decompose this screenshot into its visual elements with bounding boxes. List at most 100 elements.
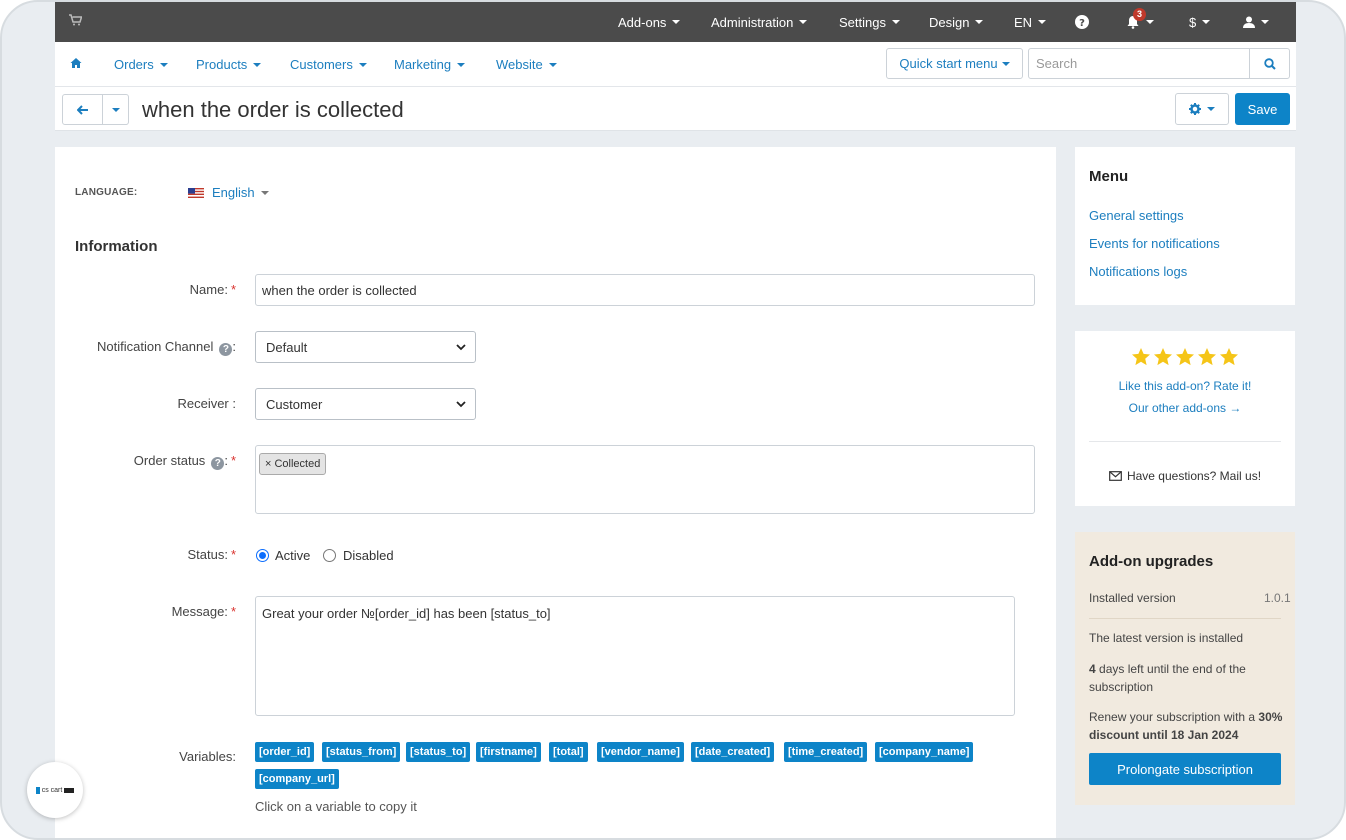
days-left-number: 4 — [1089, 662, 1096, 676]
message-textarea[interactable]: Great your order №[order_id] has been [s… — [255, 596, 1015, 716]
page-title: when the order is collected — [142, 97, 404, 122]
rate-addon-link[interactable]: Like this add-on? Rate it! — [1075, 379, 1295, 393]
nav-orders[interactable]: Orders — [114, 42, 168, 87]
menu-administration[interactable]: Administration — [711, 2, 808, 42]
mail-us-link[interactable]: Have questions? Mail us! — [1075, 469, 1295, 483]
installed-version-label: Installed version — [1089, 591, 1176, 605]
caret-down-icon — [260, 190, 269, 195]
home-icon[interactable] — [70, 57, 82, 69]
help-circle-icon[interactable]: ? — [219, 343, 233, 356]
back-button-group — [62, 94, 129, 125]
nav-website[interactable]: Website — [496, 42, 557, 87]
message-textarea-value: Great your order №[order_id] has been [s… — [262, 606, 551, 621]
cscart-logo[interactable]: cs cart — [27, 762, 83, 818]
name-input[interactable]: when the order is collected — [255, 274, 1035, 306]
caret-down-icon — [253, 62, 262, 67]
variables-hint: Click on a variable to copy it — [255, 799, 417, 814]
status-disabled-radio[interactable] — [323, 549, 336, 562]
renew-text: Renew your subscription with a 30% disco… — [1089, 708, 1289, 744]
caret-down-icon — [975, 20, 984, 24]
star-icon — [1220, 348, 1238, 366]
language-selector[interactable]: English — [188, 185, 269, 200]
back-button[interactable] — [63, 95, 103, 124]
user-menu[interactable] — [1243, 2, 1269, 42]
arrow-left-icon — [76, 104, 88, 115]
help-icon[interactable]: ? — [1075, 2, 1089, 42]
upgrades-title: Add-on upgrades — [1089, 553, 1214, 570]
caret-down-icon — [1207, 107, 1215, 111]
installed-version-value: 1.0.1 — [1264, 591, 1291, 605]
nav-products[interactable]: Products — [196, 42, 262, 87]
variable-firstname[interactable]: [firstname] — [476, 742, 541, 762]
page-title-bar: when the order is collected Save — [55, 87, 1296, 131]
variable-company-url[interactable]: [company_url] — [255, 769, 339, 789]
days-left-caption: days left until the end of the subscript… — [1089, 662, 1246, 694]
chevron-down-icon — [456, 401, 466, 408]
menu-design[interactable]: Design — [929, 2, 984, 42]
sidebar-menu-title: Menu — [1089, 168, 1129, 185]
variable-order-id[interactable]: [order_id] — [255, 742, 315, 762]
order-status-multiselect[interactable]: × Collected — [255, 445, 1035, 514]
gear-icon — [1189, 103, 1201, 115]
search-input[interactable] — [1029, 49, 1251, 78]
variable-total[interactable]: [total] — [549, 742, 588, 762]
divider — [1089, 618, 1281, 619]
caret-down-icon — [891, 20, 900, 24]
menu-language[interactable]: EN — [1014, 2, 1047, 42]
caret-down-icon — [1146, 20, 1154, 24]
menu-currency[interactable]: $ — [1189, 2, 1211, 42]
variable-vendor-name[interactable]: [vendor_name] — [597, 742, 684, 762]
caret-down-icon — [548, 62, 557, 67]
cart-icon[interactable] — [69, 14, 83, 29]
caret-down-icon — [1038, 20, 1047, 24]
menu-settings-label: Settings — [839, 14, 886, 30]
order-status-label-text: Order status — [133, 453, 206, 468]
variable-date-created[interactable]: [date_created] — [691, 742, 775, 762]
sidebar-link-logs[interactable]: Notifications logs — [1089, 264, 1187, 279]
variable-company-name[interactable]: [company_name] — [875, 742, 974, 762]
search-button[interactable] — [1249, 49, 1289, 78]
order-status-tag[interactable]: × Collected — [259, 453, 327, 475]
status-active-label[interactable]: Active — [275, 548, 310, 563]
star-icon — [1132, 348, 1150, 366]
main-form-panel: LANGUAGE: English Information Name: * whe… — [55, 147, 1056, 838]
status-active-radio[interactable] — [256, 549, 269, 562]
window-frame: Add-ons Administration Settings Design E… — [0, 0, 1346, 840]
save-button[interactable]: Save — [1235, 93, 1290, 125]
rating-stars[interactable] — [1075, 347, 1295, 370]
sidebar-menu-card: Menu General settings Events for notific… — [1075, 147, 1295, 305]
variable-status-to[interactable]: [status_to] — [406, 742, 471, 762]
help-circle-icon[interactable]: ? — [211, 457, 225, 470]
caret-down-icon — [358, 62, 367, 67]
nav-customers[interactable]: Customers — [290, 42, 367, 87]
nav-marketing[interactable]: Marketing — [394, 42, 466, 87]
variable-time-created[interactable]: [time_created] — [784, 742, 868, 762]
prolongate-subscription-button[interactable]: Prolongate subscription — [1089, 753, 1281, 785]
other-addons-link[interactable]: Our other add-ons → — [1075, 401, 1295, 415]
addon-upgrades-card: Add-on upgrades Installed version 1.0.1 … — [1075, 532, 1295, 805]
history-dropdown-button[interactable] — [103, 95, 128, 124]
quick-start-label: Quick start menu — [899, 56, 998, 71]
sidebar-link-general-settings[interactable]: General settings — [1089, 208, 1184, 223]
cscart-logo-box — [64, 787, 75, 793]
status-disabled-label[interactable]: Disabled — [343, 548, 394, 563]
menu-addons[interactable]: Add-ons — [618, 2, 681, 42]
days-left-text: 4 days left until the end of the subscri… — [1089, 660, 1279, 696]
user-icon — [1243, 16, 1255, 28]
settings-dropdown-button[interactable] — [1175, 93, 1229, 125]
sidebar-link-events[interactable]: Events for notifications — [1089, 236, 1220, 251]
nav-customers-label: Customers — [290, 57, 353, 72]
channel-field-label: Notification Channel?: — [97, 339, 236, 356]
quick-start-menu-button[interactable]: Quick start menu — [886, 48, 1023, 79]
latest-version-text: The latest version is installed — [1089, 631, 1244, 645]
variable-status-from[interactable]: [status_from] — [322, 742, 401, 762]
top-admin-bar: Add-ons Administration Settings Design E… — [55, 2, 1296, 42]
menu-settings[interactable]: Settings — [839, 2, 900, 42]
receiver-select[interactable]: Customer — [255, 388, 476, 420]
section-title-information: Information — [75, 238, 158, 255]
svg-text:?: ? — [1079, 18, 1085, 29]
search-box — [1028, 48, 1290, 79]
caret-down-icon — [111, 107, 120, 112]
notification-channel-select[interactable]: Default — [255, 331, 476, 363]
channel-selected-value: Default — [266, 339, 308, 355]
